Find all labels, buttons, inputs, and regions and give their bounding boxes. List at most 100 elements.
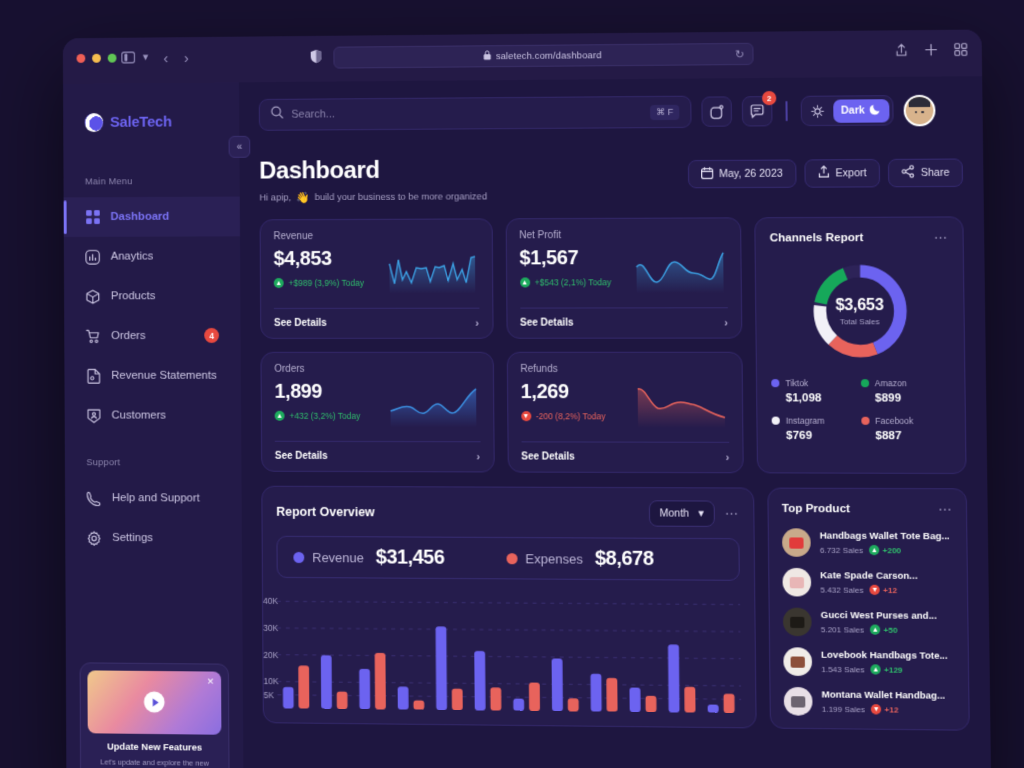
stats-row-bottom: Orders 1,899 ▲ +432 (3,2%) Today See Det…	[260, 351, 744, 474]
period-select[interactable]: Month ▾	[648, 500, 715, 527]
y-tick-label: 30K	[263, 622, 279, 634]
brand-logo[interactable]: SaleTech	[63, 92, 239, 139]
sidebar-item-label: Products	[110, 290, 156, 303]
tab-overview-icon[interactable]	[954, 43, 968, 62]
greeting-name: Hi apip,	[259, 192, 292, 204]
sidebar-item-anaytics[interactable]: Anaytics	[64, 236, 240, 276]
sidebar: SaleTech « Main Menu Dashboard Anaytics	[63, 82, 251, 768]
sidebar-collapse-button[interactable]: «	[228, 135, 251, 158]
product-delta: ▲ +129	[870, 664, 903, 675]
stats-row-top: Revenue $4,853 ▲ +$989 (3,9%) Today See …	[259, 217, 743, 339]
y-axis-ticks: 5K 10K 20K 30K 40K	[263, 596, 742, 718]
theme-label: Dark	[840, 104, 865, 117]
more-icon[interactable]: ⋯	[934, 230, 949, 246]
avatar[interactable]	[903, 94, 936, 126]
total-sales-label: Total Sales	[839, 316, 880, 326]
list-item[interactable]: Handbags Wallet Tote Bag... 6.732 Sales ▲ +…	[781, 528, 953, 557]
privacy-shield-icon[interactable]	[310, 49, 323, 69]
legend-item-tiktok: Tiktok $1,098	[771, 378, 860, 404]
share-nodes-icon	[901, 165, 914, 181]
sparkline-revenue	[388, 255, 475, 295]
brand-name: SaleTech	[109, 113, 172, 131]
chevron-down-icon[interactable]: ▾	[143, 50, 148, 63]
page-title: Dashboard	[259, 156, 380, 185]
saletech-logo-icon	[84, 112, 104, 132]
list-item[interactable]: Kate Spade Carson... 5.432 Sales ▼ +12	[782, 567, 953, 598]
sidebar-item-settings[interactable]: Settings	[65, 518, 242, 559]
stat-card-refunds[interactable]: Refunds 1,269 ▼ -200 (8,2%) Today See De…	[506, 351, 744, 474]
stat-card-orders[interactable]: Orders 1,899 ▲ +432 (3,2%) Today See Det…	[260, 351, 495, 473]
forward-icon[interactable]: ›	[184, 50, 189, 67]
message-icon[interactable]: 2	[741, 90, 777, 127]
address-bar[interactable]: saletech.com/dashboard ↻	[333, 42, 754, 69]
sidebar-toggle-icon[interactable]	[121, 51, 135, 69]
export-button[interactable]: Export	[803, 158, 881, 188]
minimize-window-button[interactable]	[92, 53, 101, 63]
stat-value: 1,899	[274, 380, 323, 403]
list-item[interactable]: Montana Wallet Handbag... 1.199 Sales ▼ +12	[783, 686, 955, 717]
product-thumbnail	[782, 567, 812, 597]
messages-badge: 2	[762, 90, 777, 106]
app-container: SaleTech « Main Menu Dashboard Anaytics	[63, 76, 992, 768]
search-input[interactable]	[291, 106, 643, 121]
product-name: Handbags Wallet Tote Bag...	[819, 530, 950, 543]
reload-icon[interactable]: ↻	[735, 48, 744, 61]
stat-card-revenue[interactable]: Revenue $4,853 ▲ +$989 (3,9%) Today See …	[259, 218, 494, 339]
more-icon[interactable]: ⋯	[938, 501, 953, 517]
header-divider	[785, 100, 788, 122]
share-icon[interactable]	[895, 43, 909, 62]
legend-color-dot	[506, 552, 518, 564]
sidebar-item-customers[interactable]: Customers	[65, 396, 242, 436]
report-overview-card: Report Overview Month ▾ ⋯ Revenue $31,45…	[261, 485, 757, 729]
sidebar-item-help-and-support[interactable]: Help and Support	[65, 478, 242, 519]
share-button[interactable]: Share	[887, 158, 964, 188]
more-icon[interactable]: ⋯	[725, 506, 739, 522]
sidebar-item-products[interactable]: Products	[64, 276, 240, 316]
search-box[interactable]: ⌘ F	[258, 95, 692, 131]
plus-icon[interactable]	[924, 43, 938, 62]
page-actions: May, 26 2023 Export Share	[687, 153, 964, 189]
back-icon[interactable]: ‹	[163, 50, 168, 67]
legend-name: Expenses	[525, 550, 583, 567]
close-icon[interactable]: ✕	[207, 676, 215, 687]
see-details-orders[interactable]: See Details ›	[274, 440, 481, 472]
see-details-label: See Details	[519, 317, 574, 329]
date-picker-button[interactable]: May, 26 2023	[687, 159, 797, 189]
see-details-revenue[interactable]: See Details ›	[273, 307, 480, 338]
sparkline-orders	[390, 387, 476, 428]
avatar-eye-right	[921, 110, 925, 114]
app-header: ⌘ F 2 Dark	[258, 90, 962, 132]
legend-item-instagram: Instagram $769	[771, 416, 861, 443]
see-details-refunds[interactable]: See Details ›	[521, 441, 730, 473]
stat-title: Net Profit	[519, 230, 562, 242]
y-tick-label: 5K	[263, 689, 274, 700]
product-sales: 5.432 Sales	[820, 584, 864, 595]
stat-value: $1,567	[519, 247, 579, 270]
see-details-label: See Details	[274, 450, 328, 462]
total-sales-value: $3,653	[835, 296, 884, 314]
theme-switch[interactable]: Dark	[800, 95, 894, 127]
sidebar-item-dashboard[interactable]: Dashboard	[63, 196, 240, 237]
chevron-right-icon: ›	[475, 317, 480, 330]
sidebar-item-label: Customers	[111, 409, 167, 422]
legend-name: Facebook	[875, 415, 914, 426]
see-details-net-profit[interactable]: See Details ›	[519, 307, 729, 338]
dark-mode-button[interactable]: Dark	[832, 98, 890, 123]
sidebar-item-revenue-statements[interactable]: Revenue Statements	[64, 356, 241, 396]
maximize-window-button[interactable]	[107, 53, 117, 63]
close-window-button[interactable]	[76, 53, 86, 63]
play-icon[interactable]	[143, 691, 165, 713]
calendar-icon	[701, 167, 713, 182]
avatar-hair	[908, 96, 931, 107]
sun-icon[interactable]	[804, 104, 831, 117]
search-icon	[271, 106, 284, 124]
stat-card-net-profit[interactable]: Net Profit $1,567 ▲ +$543 (2,1%) Today S…	[505, 217, 743, 339]
gift-icon[interactable]	[701, 96, 733, 127]
list-item[interactable]: Lovebook Handbags Tote... 1.543 Sales ▲ +12…	[783, 647, 954, 677]
product-sales: 6.732 Sales	[819, 545, 864, 555]
window-controls[interactable]	[76, 53, 117, 63]
stat-delta-label: +$989 (3,9%) Today	[288, 277, 364, 289]
report-bar-chart: 5K 10K 20K 30K 40K	[263, 588, 741, 713]
list-item[interactable]: Gucci West Purses and... 5.201 Sales ▲ +50	[782, 607, 954, 638]
sidebar-item-orders[interactable]: Orders 4	[64, 316, 241, 356]
